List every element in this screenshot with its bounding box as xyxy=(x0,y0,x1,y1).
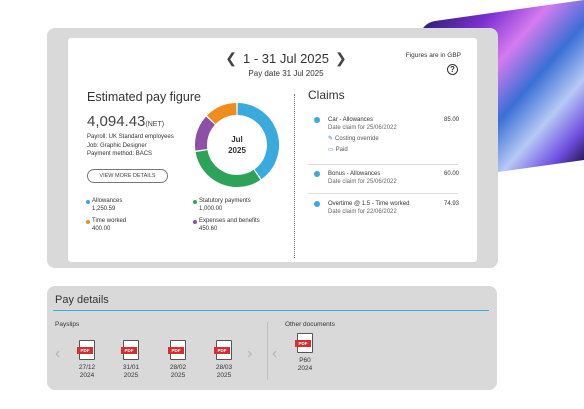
payslip-year: 2025 xyxy=(123,372,139,379)
legend-statutory: Statutory payments 1,000.00 xyxy=(193,198,251,213)
estimated-pay-title: Estimated pay figure xyxy=(87,90,201,104)
legend-value: 450.60 xyxy=(199,225,218,232)
donut-center-month: Jul xyxy=(231,135,243,144)
claim-name: Bonus - Allowances xyxy=(328,171,381,177)
payroll-info: Payroll: UK Standard employees xyxy=(87,134,174,140)
net-label: (NET) xyxy=(145,121,165,128)
legend-label: Allowances xyxy=(92,198,123,204)
claim-item[interactable]: Bonus - Allowances Date claim for 25/06/… xyxy=(314,170,459,186)
legend-dot xyxy=(86,200,90,204)
claim-name: Car - Allowances xyxy=(328,117,374,123)
other-documents-label: Other documents xyxy=(285,321,335,328)
legend-value: 400.00 xyxy=(92,225,111,232)
payslip-year: 2025 xyxy=(216,372,232,379)
pdf-icon: PDF xyxy=(121,340,139,360)
paid-icon: ▭ xyxy=(328,147,334,153)
claim-separator xyxy=(308,164,458,165)
payslip-item[interactable]: PDF 31/01 2025 xyxy=(116,340,146,380)
payslip-year: 2024 xyxy=(79,372,95,379)
donut-slice-statutory-payments xyxy=(195,149,261,187)
claim-date: Date claim for 22/06/2022 xyxy=(328,209,397,215)
claims-title: Claims xyxy=(308,88,345,102)
legend-allowances: Allowances 1,250.59 xyxy=(86,198,123,213)
payslip-date: 27/12 xyxy=(78,364,96,371)
pdf-icon: PDF xyxy=(168,340,186,360)
costing-override-link[interactable]: ✎ Costing override xyxy=(328,135,459,143)
legend-label: Expenses and benefits xyxy=(199,218,260,224)
donut-slice-allowances xyxy=(237,103,279,180)
period-selector: ❮ 1 - 31 Jul 2025 ❯ Pay date 31 Jul 2025 xyxy=(216,50,356,78)
pay-breakdown-donut: Jul 2025 xyxy=(195,103,279,187)
claim-item[interactable]: Overtime @ 1.5 - Time worked Date claim … xyxy=(314,200,459,216)
legend-dot xyxy=(193,200,197,204)
currency-note: Figures are in GBP xyxy=(405,52,461,59)
legend-dot xyxy=(86,220,90,224)
document-name: P60 xyxy=(299,357,311,364)
payslip-item[interactable]: PDF 28/02 2025 xyxy=(163,340,193,380)
claim-dot xyxy=(314,201,320,207)
pdf-icon: PDF xyxy=(295,333,313,353)
edit-icon: ✎ xyxy=(328,136,334,142)
pdf-icon: PDF xyxy=(77,340,95,360)
net-amount: 4,094.43(NET) xyxy=(87,113,164,130)
view-more-details-button[interactable]: VIEW MORE DETAILS xyxy=(87,169,168,183)
donut-slice-expenses-and-benefits xyxy=(195,116,216,151)
claim-separator xyxy=(308,193,458,194)
section-divider xyxy=(294,94,295,258)
donut-center-year: 2025 xyxy=(228,146,246,155)
payslips-label: Payslips xyxy=(55,321,80,328)
claim-dot xyxy=(314,171,320,177)
pay-date: Pay date 31 Jul 2025 xyxy=(248,69,324,78)
summary-card: ❮ 1 - 31 Jul 2025 ❯ Pay date 31 Jul 2025 F… xyxy=(68,38,477,262)
claim-date: Date claim for 25/06/2022 xyxy=(328,179,397,185)
pay-meta: Payroll: UK Standard employees Job: Grap… xyxy=(87,133,174,159)
document-year: 2024 xyxy=(297,365,313,372)
pay-details-underline xyxy=(53,310,489,311)
documents-divider xyxy=(267,322,268,380)
legend-label: Statutory payments xyxy=(199,198,251,204)
payment-method-info: Payment method: BACS xyxy=(87,151,153,157)
payslip-date: 31/01 xyxy=(122,364,140,371)
claim-item[interactable]: Car - Allowances Date claim for 25/06/20… xyxy=(314,116,459,154)
prev-period-icon[interactable]: ❮ xyxy=(225,50,237,66)
net-amount-value: 4,094.43 xyxy=(87,113,146,130)
legend-time-worked: Time worked 400.00 xyxy=(86,218,127,233)
legend-dot xyxy=(193,220,197,224)
legend-label: Time worked xyxy=(92,218,127,224)
pay-details-title: Pay details xyxy=(55,294,109,306)
job-info: Job: Graphic Designer xyxy=(87,142,147,149)
claim-name: Overtime @ 1.5 - Time worked xyxy=(328,201,410,207)
payslip-date: 28/02 xyxy=(169,364,187,371)
payslip-item[interactable]: PDF 27/12 2024 xyxy=(72,340,102,380)
p60-document[interactable]: PDF P60 2024 xyxy=(290,333,320,373)
payslip-year: 2025 xyxy=(170,372,186,379)
claim-amount: 74.93 xyxy=(443,201,459,207)
claim-dot xyxy=(314,117,320,123)
chevron-left-icon[interactable]: ‹ xyxy=(272,345,277,363)
payslip-item[interactable]: PDF 28/03 2025 xyxy=(209,340,239,380)
claim-amount: 85.00 xyxy=(443,117,459,123)
pdf-icon: PDF xyxy=(214,340,232,360)
paid-status: ▭ Paid xyxy=(328,147,348,153)
help-icon[interactable]: ? xyxy=(447,64,458,75)
payslip-date: 28/03 xyxy=(215,364,233,371)
claim-amount: 60.00 xyxy=(443,171,459,177)
donut-slice-time-worked xyxy=(207,103,237,125)
legend-expenses: Expenses and benefits 450.60 xyxy=(193,218,260,233)
chevron-right-icon[interactable]: › xyxy=(247,345,252,363)
pay-details-panel xyxy=(47,286,497,390)
legend-value: 1,250.59 xyxy=(92,205,116,212)
legend-value: 1,000.00 xyxy=(199,205,223,212)
claim-date: Date claim for 25/06/2022 xyxy=(328,125,397,131)
period-range: 1 - 31 Jul 2025 xyxy=(242,51,329,66)
next-period-icon[interactable]: ❯ xyxy=(335,50,347,66)
chevron-left-icon[interactable]: ‹ xyxy=(55,345,60,363)
